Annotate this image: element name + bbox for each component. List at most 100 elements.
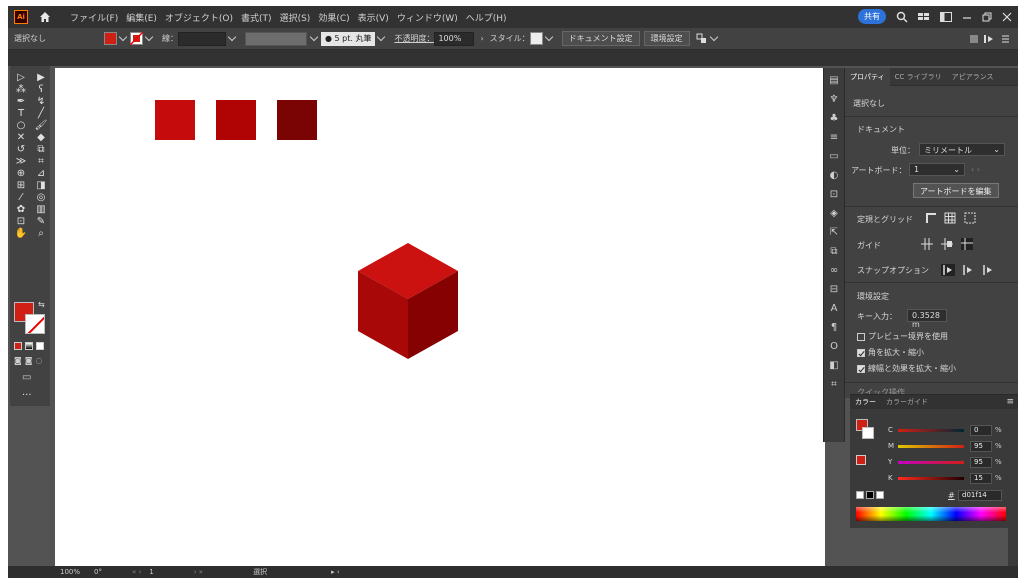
paragraph-panel-icon[interactable]: ¶: [828, 322, 840, 334]
artboard-dropdown[interactable]: 1 ⌄: [909, 163, 965, 176]
brush-definition[interactable]: ● 5 pt. 丸筆: [321, 31, 376, 46]
share-button[interactable]: 共有: [858, 9, 886, 24]
variable-width-profile[interactable]: [245, 31, 307, 46]
black-track[interactable]: [898, 476, 964, 480]
shape-builder-tool-icon[interactable]: ⊕: [12, 168, 30, 179]
panel-menu-icon[interactable]: ≡: [1006, 397, 1014, 407]
restore-icon[interactable]: [982, 12, 992, 22]
more-tools-icon[interactable]: ···: [22, 390, 32, 401]
guides-icons[interactable]: [921, 238, 977, 250]
artboard-next-arrows[interactable]: › »: [194, 568, 203, 576]
preferences-button[interactable]: 環境設定: [643, 31, 690, 46]
menu-effect[interactable]: 効果(C): [314, 11, 353, 24]
pen-tool-icon[interactable]: ✒: [12, 96, 30, 107]
hex-field[interactable]: d01f14: [958, 490, 1002, 501]
scale-tool-icon[interactable]: ⧉: [32, 144, 50, 155]
workspace-icon[interactable]: [940, 11, 952, 22]
selection-tool-icon[interactable]: ▷: [12, 72, 30, 83]
lasso-tool-icon[interactable]: ʕ: [32, 84, 50, 95]
opentype-panel-icon[interactable]: O: [828, 341, 840, 353]
stroke-color-box[interactable]: [25, 314, 45, 334]
line-tool-icon[interactable]: ╱: [32, 108, 50, 119]
home-icon[interactable]: [38, 10, 52, 24]
draw-behind-icon[interactable]: ◙: [25, 356, 33, 365]
shaper-tool-icon[interactable]: ✕: [12, 132, 30, 143]
snap-icons[interactable]: [941, 264, 1001, 276]
none-swatch[interactable]: [856, 491, 864, 499]
units-dropdown[interactable]: ミリメートル ⌄: [919, 143, 1005, 156]
magic-wand-tool-icon[interactable]: ⁂: [12, 84, 30, 95]
scale-strokes-checkbox[interactable]: 線幅と効果を拡大・縮小: [857, 363, 956, 374]
yellow-slider[interactable]: Y 95 %: [888, 456, 1002, 468]
zoom-tool-icon[interactable]: ⌕: [32, 228, 50, 239]
black-slider[interactable]: K 15 %: [888, 472, 1002, 484]
menu-type[interactable]: 書式(T): [237, 11, 276, 24]
artboard-tool-icon[interactable]: ⊡: [12, 216, 30, 227]
zoom-field[interactable]: 100%: [60, 568, 80, 576]
symbols-panel-icon[interactable]: ♣: [828, 113, 840, 125]
eyedropper-tool-icon[interactable]: ⁄: [12, 192, 30, 203]
chevron-down-icon[interactable]: [144, 32, 154, 42]
align-panel-icon[interactable]: ⊟: [828, 284, 840, 296]
red-square-3[interactable]: [277, 100, 317, 140]
asset-export-icon[interactable]: ⇱: [828, 227, 840, 239]
chevron-down-icon[interactable]: [709, 32, 718, 42]
pathfinder-panel-icon[interactable]: ◧: [828, 360, 840, 372]
white-swatch[interactable]: [876, 491, 884, 499]
properties-panel-icon[interactable]: ▤: [828, 75, 840, 87]
out-of-gamut-swatch[interactable]: [856, 455, 866, 465]
tab-cc-libraries[interactable]: CC ライブラリ: [890, 72, 947, 82]
cyan-slider[interactable]: C 0 %: [888, 424, 1002, 436]
menu-window[interactable]: ウィンドウ(W): [393, 11, 462, 24]
ruler-grid-icons[interactable]: [925, 212, 977, 224]
magenta-slider[interactable]: M 95 %: [888, 440, 1002, 452]
menu-help[interactable]: ヘルプ(H): [462, 11, 511, 24]
status-menu-arrow[interactable]: ▸ ‹: [331, 568, 340, 576]
artboard-number-field[interactable]: 1: [149, 568, 153, 576]
color-spectrum[interactable]: [856, 507, 1006, 521]
layers-panel-icon[interactable]: ◈: [828, 208, 840, 220]
links-panel-icon[interactable]: ∞: [828, 265, 840, 277]
mesh-tool-icon[interactable]: ⊞: [12, 180, 30, 191]
yellow-value[interactable]: 95: [970, 456, 992, 468]
character-panel-icon[interactable]: A: [828, 303, 840, 315]
magenta-value[interactable]: 95: [970, 440, 992, 452]
tab-appearance[interactable]: アピアランス: [947, 72, 999, 82]
direct-selection-tool-icon[interactable]: ▶: [32, 72, 50, 83]
color-stroke-swatch[interactable]: [862, 427, 874, 439]
gradient-tool-icon[interactable]: ◨: [32, 180, 50, 191]
close-icon[interactable]: [1002, 12, 1012, 22]
yellow-track[interactable]: [898, 460, 964, 464]
preview-bounds-checkbox[interactable]: プレビュー境界を使用: [857, 331, 948, 342]
cyan-track[interactable]: [898, 428, 964, 432]
red-square-2[interactable]: [216, 100, 256, 140]
ellipse-tool-icon[interactable]: ○: [12, 120, 30, 131]
key-increment-field[interactable]: 0.3528 m: [907, 309, 947, 329]
transform-panel-icon[interactable]: ⌗: [828, 379, 840, 391]
type-tool-icon[interactable]: T: [12, 108, 30, 119]
style-swatch[interactable]: [529, 32, 543, 45]
opacity-field[interactable]: 100%: [434, 31, 475, 46]
chevron-down-icon[interactable]: [118, 32, 128, 42]
search-icon[interactable]: [896, 11, 908, 23]
stroke-swatch[interactable]: [130, 32, 143, 45]
blend-tool-icon[interactable]: ◎: [32, 192, 50, 203]
screen-mode-icon[interactable]: ▭: [22, 372, 31, 383]
rotation-field[interactable]: 0°: [94, 568, 102, 576]
artboard-canvas[interactable]: [55, 68, 825, 567]
black-swatch[interactable]: [866, 491, 874, 499]
status-mode[interactable]: 選択: [253, 567, 267, 577]
export-panel-icon[interactable]: ⊡: [828, 189, 840, 201]
rotate-tool-icon[interactable]: ↺: [12, 144, 30, 155]
free-transform-tool-icon[interactable]: ⌗: [32, 156, 50, 167]
gradient-panel-icon[interactable]: ▭: [828, 151, 840, 163]
menu-view[interactable]: 表示(V): [354, 11, 393, 24]
eraser-tool-icon[interactable]: ◆: [32, 132, 50, 143]
stroke-weight-field[interactable]: [178, 31, 226, 46]
magenta-track[interactable]: [898, 444, 964, 448]
chevron-down-icon[interactable]: [309, 32, 319, 42]
fill-swatch[interactable]: [104, 32, 117, 45]
tab-color-guide[interactable]: カラーガイド: [881, 397, 933, 407]
column-graph-tool-icon[interactable]: ▥: [32, 204, 50, 215]
black-value[interactable]: 15: [970, 472, 992, 484]
